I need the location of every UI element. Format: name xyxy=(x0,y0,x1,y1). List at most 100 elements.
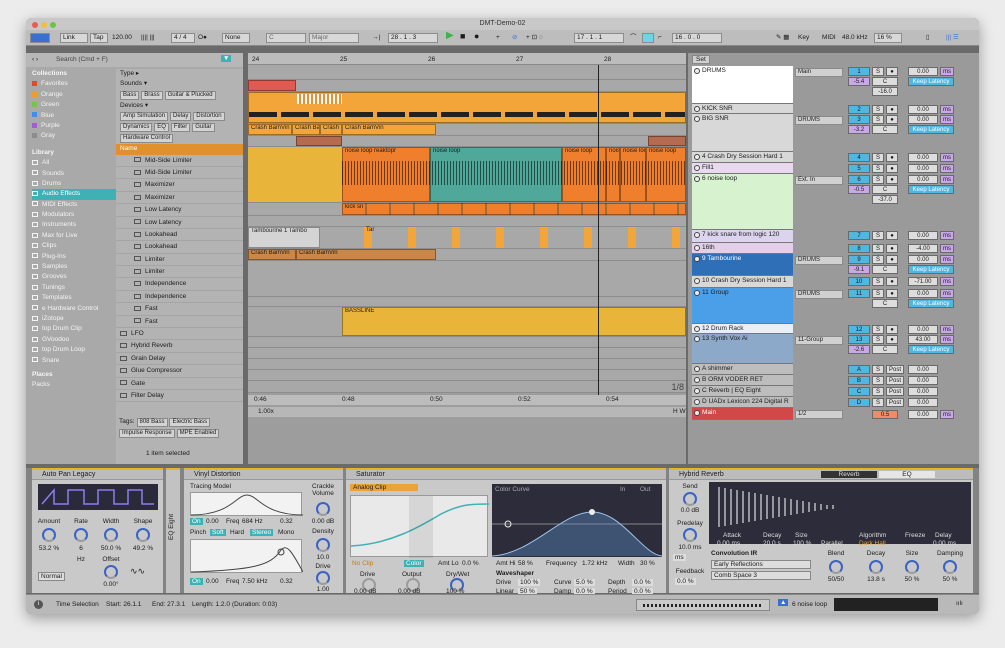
result-item[interactable]: Limiter xyxy=(116,254,243,267)
library-item[interactable]: e Hardware Control xyxy=(32,304,116,314)
width-value[interactable]: 30 % xyxy=(640,560,655,567)
track-send[interactable]: -37.0 xyxy=(872,195,898,204)
mixer-track[interactable]: 13 Synth Vox Ai xyxy=(692,334,793,364)
pinch-drive[interactable]: 0.00 xyxy=(206,578,219,585)
track-activator-icon[interactable] xyxy=(694,290,700,296)
tap-button[interactable]: Tap xyxy=(90,33,108,43)
track-delay-unit[interactable]: ms xyxy=(940,164,954,173)
ws-curve-value[interactable]: 5.0 % xyxy=(574,579,595,586)
library-item[interactable]: Plug-Ins xyxy=(32,252,116,262)
solo-button[interactable]: S xyxy=(872,175,884,184)
solo-button[interactable]: S xyxy=(872,255,884,264)
blend-knob[interactable] xyxy=(829,560,843,574)
time-signature[interactable]: 4 / 4 xyxy=(171,33,195,43)
solo-button[interactable]: S xyxy=(872,398,884,407)
mixer-track[interactable]: 10 Crash Dry Session Hard 1 xyxy=(692,276,793,288)
lane-kick-snr[interactable] xyxy=(248,80,686,92)
keep-latency-button[interactable]: Keep Latency xyxy=(908,299,954,308)
track-pan[interactable]: C xyxy=(872,265,898,274)
key-map-button[interactable]: Key xyxy=(798,33,809,43)
post-button[interactable]: Post xyxy=(886,398,904,407)
track-delay-value[interactable]: 0.00 xyxy=(908,289,938,298)
close-icon[interactable] xyxy=(32,22,38,28)
decay-value[interactable]: 20.0 s xyxy=(763,540,781,547)
return-track[interactable]: B ORM VODER RET xyxy=(692,375,793,386)
track-delay-unit[interactable]: ms xyxy=(940,175,954,184)
mixer-track[interactable]: 4 Crash Dry Session Hard 1 xyxy=(692,152,793,163)
filter-tag[interactable]: Guitar xyxy=(192,123,215,133)
track-delay-unit[interactable]: ms xyxy=(940,255,954,264)
library-item[interactable]: Samples xyxy=(32,262,116,272)
return-letter-button[interactable]: B xyxy=(848,376,870,385)
pinch-q[interactable]: 0.32 xyxy=(280,578,293,585)
track-delay-value[interactable]: 0.00 xyxy=(908,67,938,76)
track-pan[interactable]: C xyxy=(872,299,898,308)
lane-main[interactable]: 1/8 xyxy=(248,381,686,393)
mixer-track[interactable]: 6 noise loop xyxy=(692,174,793,230)
minimize-icon[interactable] xyxy=(41,22,47,28)
clip[interactable]: Crash BamVin xyxy=(296,249,436,260)
draw-mode-icon[interactable]: ✎ ▦ xyxy=(776,33,789,43)
library-item[interactable]: MIDI Effects xyxy=(32,200,116,210)
post-button[interactable]: Post xyxy=(886,365,904,374)
key-select[interactable]: C xyxy=(266,33,306,43)
arm-button[interactable]: ● xyxy=(886,289,898,298)
arm-button[interactable]: ● xyxy=(886,67,898,76)
hard-button[interactable]: Hard xyxy=(230,529,244,536)
track-activator-icon[interactable] xyxy=(694,256,700,262)
result-item[interactable]: Independence xyxy=(116,291,243,304)
arm-button[interactable]: ● xyxy=(886,175,898,184)
capture-icon[interactable]: + ⊡ ◌ xyxy=(526,33,543,43)
track-number-button[interactable]: 8 xyxy=(848,244,870,253)
filter-tag[interactable]: Dynamics xyxy=(120,123,153,133)
master-delay-unit[interactable]: ms xyxy=(940,410,954,419)
track-volume[interactable]: -0.5 xyxy=(848,185,870,194)
lane-drum-rack[interactable] xyxy=(248,297,686,307)
track-activator-icon[interactable] xyxy=(694,388,700,394)
track-activator-icon[interactable] xyxy=(694,366,700,372)
arm-button[interactable]: ● xyxy=(886,325,898,334)
play-icon[interactable]: ▶ xyxy=(446,31,454,41)
tempo-nudge-icon[interactable]: |||| ||| xyxy=(141,33,155,43)
punch-out-icon[interactable]: ⌐ xyxy=(658,33,662,43)
track-delay-unit[interactable]: ms xyxy=(940,335,954,344)
track-number-button[interactable]: 13 xyxy=(848,335,870,344)
clip[interactable]: Crash BamVin xyxy=(342,124,436,135)
track-io-select[interactable]: Ext. In xyxy=(795,176,843,185)
solo-button[interactable]: S xyxy=(872,325,884,334)
tracing-freq[interactable]: 684 Hz xyxy=(242,518,263,525)
track-activator-icon[interactable] xyxy=(694,116,700,122)
solo-button[interactable]: S xyxy=(872,67,884,76)
track-volume[interactable]: -2.6 xyxy=(848,345,870,354)
return-delay-value[interactable]: 0.00 xyxy=(908,376,938,385)
loop-length[interactable]: 16 . 0 . 0 xyxy=(672,33,722,43)
collection-item[interactable]: Green xyxy=(32,100,116,110)
name-column-header[interactable]: Name xyxy=(116,144,243,155)
result-item[interactable]: Hybrid Reverb xyxy=(116,340,243,353)
device-auto-pan[interactable]: Auto Pan Legacy Amount 53.2 % Rate 6 Wid… xyxy=(32,468,163,593)
track-activator-icon[interactable] xyxy=(694,154,700,160)
mono-button[interactable]: Mono xyxy=(278,529,294,536)
filter-tag[interactable]: Hardware Control xyxy=(120,134,174,144)
library-item[interactable]: Tunings xyxy=(32,283,116,293)
track-number-button[interactable]: 2 xyxy=(848,105,870,114)
track-activator-icon[interactable] xyxy=(694,68,700,74)
solo-button[interactable]: S xyxy=(872,289,884,298)
library-item[interactable]: Templates xyxy=(32,293,116,303)
zoom-display[interactable]: 1.00x xyxy=(258,408,274,415)
punch-in-icon[interactable]: ⌒ xyxy=(630,33,637,43)
lane-kick-snare[interactable]: kick sn xyxy=(248,203,686,216)
track-activator-icon[interactable] xyxy=(694,176,700,182)
mixer-track[interactable]: DRUMS xyxy=(692,66,793,104)
track-activator-icon[interactable] xyxy=(694,326,700,332)
filter-tag[interactable]: Guitar & Plucked xyxy=(164,90,216,100)
lane-return-a[interactable] xyxy=(248,337,686,348)
scale-select[interactable]: Major xyxy=(309,33,359,43)
return-letter-button[interactable]: C xyxy=(848,387,870,396)
track-activator-icon[interactable] xyxy=(694,106,700,112)
result-item[interactable]: Grain Delay xyxy=(116,353,243,366)
track-delay-value[interactable]: 0.00 xyxy=(908,325,938,334)
soft-button[interactable]: Soft xyxy=(210,529,226,536)
send-knob[interactable] xyxy=(683,492,697,506)
hz-label[interactable]: Hz xyxy=(68,556,94,563)
